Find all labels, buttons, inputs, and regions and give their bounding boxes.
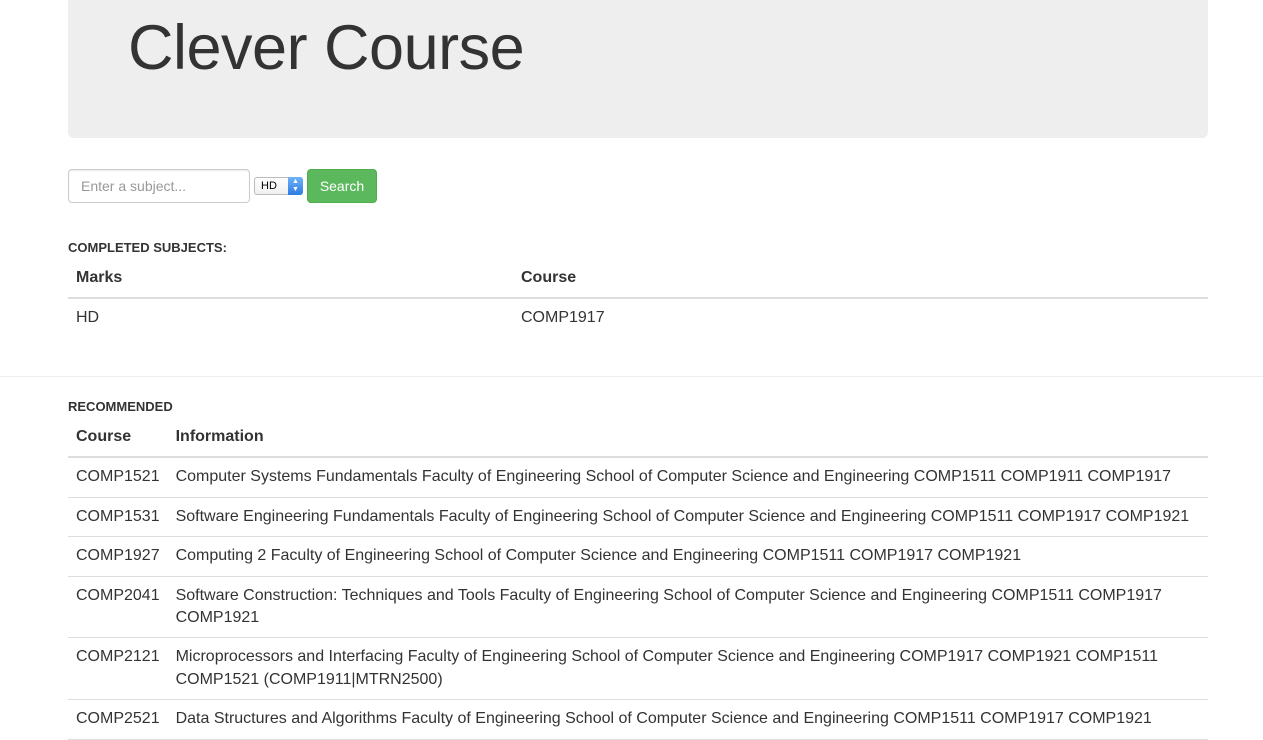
column-header-information: Information	[167, 418, 1208, 459]
column-header-course: Course	[513, 259, 1208, 300]
course-information-cell: Computer Systems Fundamentals Faculty of…	[167, 457, 1208, 498]
completed-subjects-heading: COMPLETED SUBJECTS:	[68, 240, 227, 255]
course-code-cell: COMP1521	[68, 457, 168, 498]
completed-subjects-table: Marks Course HD COMP1917	[68, 259, 1208, 338]
table-row: COMP1531 Software Engineering Fundamental…	[68, 497, 1208, 538]
table-row: COMP1521 Computer Systems Fundamentals Fa…	[68, 457, 1208, 498]
table-row: COMP1927 Computing 2 Faculty of Engineeri…	[68, 536, 1208, 577]
course-information-cell: Computing 2 Faculty of Engineering Schoo…	[167, 536, 1208, 577]
section-divider	[0, 376, 1263, 377]
column-header-course: Course	[68, 418, 168, 459]
recommended-heading: RECOMMENDED	[68, 399, 173, 414]
grade-select-value: HD	[261, 180, 277, 192]
table-header-row: Course Information	[68, 418, 1208, 459]
search-button[interactable]: Search	[307, 169, 377, 203]
course-code-cell: COMP1531	[68, 497, 168, 538]
table-row: HD COMP1917	[68, 298, 1208, 337]
course-information-cell: Microprocessors and Interfacing Faculty …	[167, 637, 1208, 701]
course-code-cell: COMP1927	[68, 536, 168, 577]
table-row: COMP2521 Data Structures and Algorithms F…	[68, 699, 1208, 740]
course-code-cell: COMP2041	[68, 576, 168, 639]
recommended-table: Course Information COMP1521 Computer Syst…	[68, 418, 1208, 740]
page-title: Clever Course	[128, 13, 525, 83]
table-header-row: Marks Course	[68, 259, 1208, 300]
course-code-cell: COMP2121	[68, 637, 168, 701]
table-row: COMP2041 Software Construction: Technique…	[68, 576, 1208, 639]
course-information-cell: Data Structures and Algorithms Faculty o…	[167, 699, 1208, 740]
grade-select[interactable]: HD ▲ ▼	[254, 177, 303, 195]
column-header-marks: Marks	[68, 259, 513, 300]
course-information-cell: Software Construction: Techniques and To…	[167, 576, 1208, 639]
header-jumbotron: Clever Course	[68, 0, 1208, 138]
select-arrows-icon: ▲ ▼	[288, 177, 303, 195]
course-cell: COMP1917	[521, 309, 605, 327]
course-information-cell: Software Engineering Fundamentals Facult…	[167, 497, 1208, 538]
table-row: COMP2121 Microprocessors and Interfacing …	[68, 637, 1208, 701]
subject-search-input[interactable]	[68, 169, 250, 203]
course-code-cell: COMP2521	[68, 699, 168, 740]
marks-cell: HD	[76, 309, 100, 327]
